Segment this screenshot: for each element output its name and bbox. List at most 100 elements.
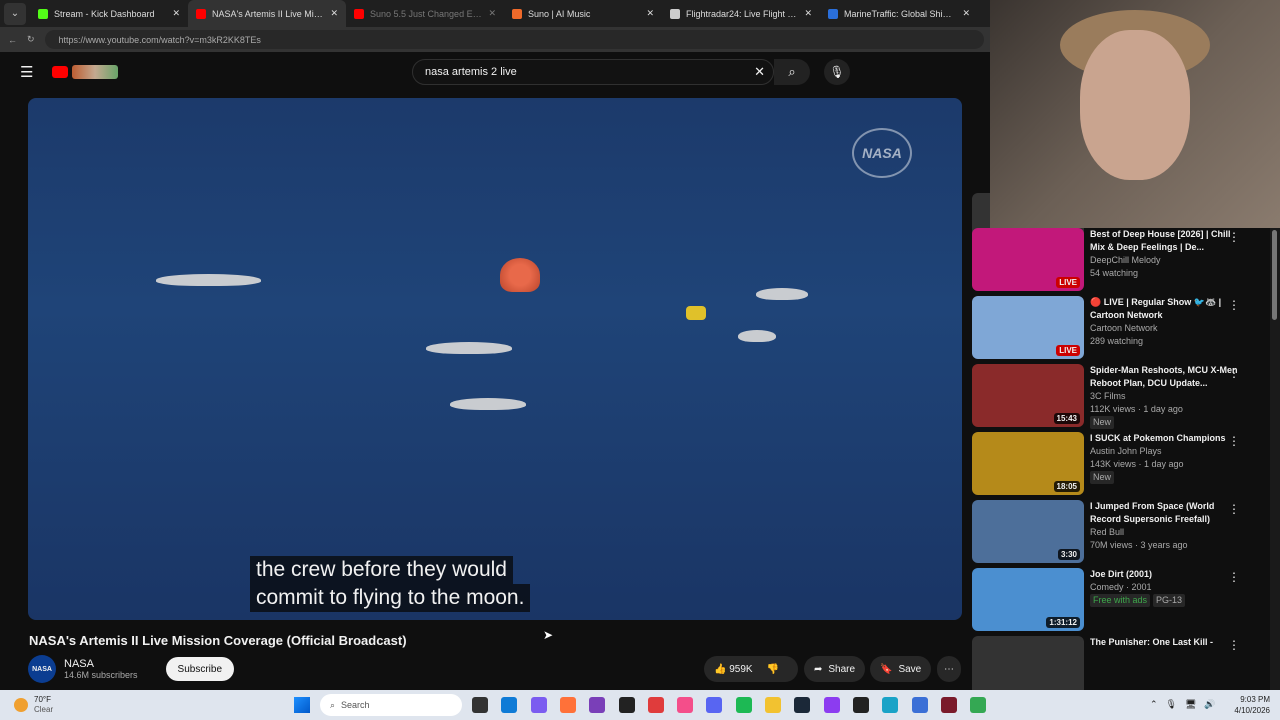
taskbar-app-icon[interactable] [970,697,987,713]
recommended-channel[interactable]: Cartoon Network [1090,322,1240,335]
close-tab-icon[interactable]: ✕ [962,8,970,19]
clock-time: 9:03 PM [1240,695,1270,704]
browser-tab[interactable]: Suno | AI Music ✕ [504,0,662,27]
taskbar-app-icon[interactable] [706,697,723,713]
recommended-video[interactable]: 3:30 I Jumped From Space (World Record Su… [972,500,1270,568]
weather-widget[interactable]: 70°F Clear [14,695,53,715]
taskbar-app-icon[interactable] [618,697,635,713]
start-button[interactable] [294,697,310,713]
more-actions-button[interactable]: ⋯ [937,656,961,682]
recommendations-list: LIVESpaceflight Now17K watchingLIVEBest … [972,193,1270,704]
taskbar-app-icon[interactable] [911,697,928,713]
channel-avatar[interactable]: NASA [28,655,56,683]
taskbar-clock[interactable]: 9:03 PM 4/10/2026 [1234,694,1270,716]
recommended-title[interactable]: Joe Dirt (2001) [1090,568,1240,581]
recommended-title[interactable]: I SUCK at Pokemon Champions [1090,432,1240,445]
taskbar-app-icon[interactable] [823,697,840,713]
browser-tab[interactable]: Stream - Kick Dashboard ✕ [30,0,188,27]
taskbar-app-icon[interactable] [647,697,664,713]
clear-search-icon[interactable]: ✕ [754,64,765,80]
boat [450,398,526,410]
more-options-icon[interactable]: ⋮ [1228,298,1240,312]
sidebar-scrollbar[interactable] [1270,228,1280,690]
subscribe-button[interactable]: Subscribe [165,657,234,681]
video-thumbnail[interactable]: 18:05 [972,432,1084,495]
video-thumbnail[interactable]: LIVE [972,296,1084,359]
recommended-channel[interactable]: Red Bull [1090,526,1240,539]
taskbar-app-icon[interactable] [472,697,488,713]
taskbar-app-icon[interactable] [501,697,518,713]
more-options-icon[interactable]: ⋮ [1228,570,1240,584]
browser-tab[interactable]: Flightradar24: Live Flight Tracker - ✕ [662,0,820,27]
close-tab-icon[interactable]: ✕ [646,8,654,19]
doodle-logo[interactable] [72,65,118,79]
video-thumbnail[interactable]: 1:31:12 [972,568,1084,631]
recommended-video[interactable]: 15:43 Spider-Man Reshoots, MCU X-Men Rebo… [972,364,1270,432]
recommended-video[interactable]: LIVE Best of Deep House [2026] | Chill Mi… [972,228,1270,296]
taskbar-app-icon[interactable] [940,697,957,713]
recommended-video[interactable]: 18:05 I SUCK at Pokemon Champions Austin J… [972,432,1270,500]
search-button[interactable]: ⌕ [774,59,810,85]
system-tray[interactable]: ⌃🎙🖥🔊 [1150,699,1224,710]
scrollbar-thumb[interactable] [1272,230,1277,320]
recommended-video[interactable]: 1:31:12 Joe Dirt (2001) Comedy · 2001 Free … [972,568,1270,636]
browser-tab[interactable]: MarineTraffic: Global Ship Tracking ✕ [820,0,978,27]
recommended-title[interactable]: Best of Deep House [2026] | Chill Mix & … [1090,228,1240,254]
taskbar-app-icon[interactable] [559,697,576,713]
weather-icon [14,698,28,712]
taskbar-app-icon[interactable] [589,697,606,713]
close-tab-icon[interactable]: ✕ [804,8,812,19]
recommended-video[interactable]: LIVE 🔴 LIVE | Regular Show 🐦🦝 | Cartoon N… [972,296,1270,364]
recommended-channel[interactable]: DeepChill Melody [1090,254,1240,267]
taskbar-app-icon[interactable] [735,697,752,713]
more-options-icon[interactable]: ⋮ [1228,434,1240,448]
video-thumbnail[interactable]: 3:30 [972,500,1084,563]
recommended-channel[interactable]: Austin John Plays [1090,445,1240,458]
like-button[interactable]: 👍 959K [714,664,753,675]
url-field[interactable]: https://www.youtube.com/watch?v=m3kR2KK8… [44,30,984,49]
mouse-cursor-icon: ➤ [543,628,554,642]
taskbar-app-icon[interactable] [882,697,899,713]
browser-tab[interactable]: Suno 5.5 Just Changed Everything ✕ [346,0,504,27]
youtube-logo[interactable] [52,66,68,78]
taskbar-app-icon[interactable] [794,697,811,713]
channel-name[interactable]: NASA [64,658,138,670]
weather-desc: Clear [34,705,54,714]
video-thumbnail[interactable]: 15:43 [972,364,1084,427]
taskbar-app-icon[interactable] [677,697,694,713]
recommended-channel[interactable]: 3C Films [1090,390,1240,403]
recommended-title[interactable]: I Jumped From Space (World Record Supers… [1090,500,1240,526]
taskbar-app-icon[interactable] [530,697,547,713]
browser-tab[interactable]: NASA's Artemis II Live Mission Co ✕ [188,0,346,27]
taskbar-search[interactable]: ⌕ Search [320,694,462,716]
recommended-title[interactable]: 🔴 LIVE | Regular Show 🐦🦝 | Cartoon Netwo… [1090,296,1240,322]
closed-caption: the crew before they would commit to fly… [250,556,531,612]
back-icon[interactable]: ← [8,35,17,45]
voice-search-button[interactable]: 🎙 [824,59,850,85]
share-button[interactable]: ➦ Share [804,656,866,682]
more-options-icon[interactable]: ⋮ [1228,366,1240,380]
like-dislike-group: 👍 959K 👎 [704,656,798,682]
recommended-title[interactable]: The Punisher: One Last Kill - [1090,636,1240,649]
taskbar-app-icon[interactable] [765,697,781,713]
menu-icon[interactable]: ☰ [20,63,33,81]
video-player[interactable]: NASA the crew before they would commit t… [28,98,962,620]
recommended-channel[interactable]: Comedy · 2001 [1090,581,1240,594]
close-tab-icon[interactable]: ✕ [172,8,180,19]
search-input[interactable]: nasa artemis 2 live ✕ [412,59,774,85]
save-button[interactable]: 🔖 Save [870,656,932,682]
recommended-title[interactable]: Spider-Man Reshoots, MCU X-Men Reboot Pl… [1090,364,1240,390]
more-options-icon[interactable]: ⋮ [1228,230,1240,244]
taskbar-app-icon[interactable] [852,697,869,713]
dislike-button[interactable]: 👎 [767,664,779,675]
tab-list-button[interactable]: ⌄ [4,2,26,25]
close-tab-icon[interactable]: ✕ [330,8,338,19]
close-tab-icon[interactable]: ✕ [488,8,496,19]
boat [156,274,261,286]
video-thumbnail[interactable]: LIVE [972,228,1084,291]
video-tag: PG-13 [1153,594,1186,607]
reload-icon[interactable]: ↻ [27,34,35,45]
more-options-icon[interactable]: ⋮ [1228,502,1240,516]
more-options-icon[interactable]: ⋮ [1228,638,1240,652]
microphone-icon: 🎙 [829,65,845,79]
